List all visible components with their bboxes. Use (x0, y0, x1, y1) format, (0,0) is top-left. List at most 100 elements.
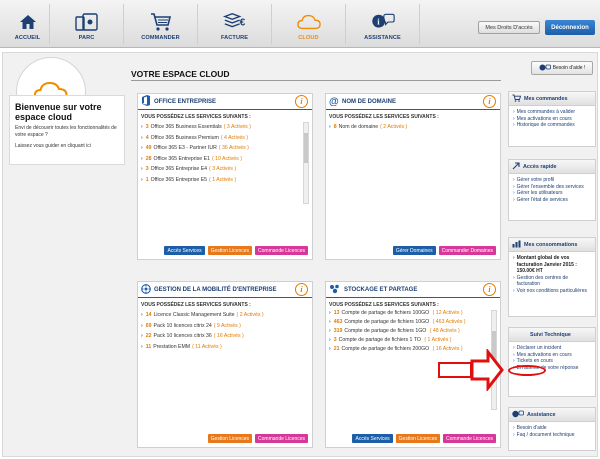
order-licenses-button[interactable]: Commande Licences (255, 434, 308, 443)
nav-commander[interactable]: COMMANDER (124, 4, 198, 44)
info-icon[interactable]: i (483, 95, 496, 108)
nav-parc[interactable]: PARC (50, 4, 124, 44)
panel-subtitle: VOUS POSSÉDEZ LES SERVICES SUIVANTS : (329, 302, 439, 308)
order-licenses-button[interactable]: Commande Licences (255, 246, 308, 255)
office-icon (141, 95, 151, 108)
info-icon[interactable]: i (295, 95, 308, 108)
sidebar-acces-rapide: Accès rapide › Gérer votre profil › Gérer … (508, 159, 596, 221)
service-item[interactable]: › 1 Office 365 Entreprise E5( 1 Activés ) (141, 175, 312, 186)
invoice-icon: € (222, 11, 247, 33)
sidebar-links: › Mes commandes à valider › Mes activation… (509, 106, 595, 131)
info-icon[interactable]: i (483, 283, 496, 296)
welcome-guide-link[interactable]: Laissez vous guider en cliquant ici (15, 143, 119, 150)
service-list: › 8 Nom de domaine( 2 Activés ) (329, 122, 500, 133)
help-button[interactable]: Besoin d'aide ! (531, 61, 593, 75)
billing-summary: › Montant global de vos facturation Janvi… (513, 255, 577, 274)
info-icon[interactable]: i (295, 283, 308, 296)
service-item[interactable]: › 21 Compte de partage de fichiers 200GO (… (329, 346, 483, 353)
service-item[interactable]: › 463 Compte de partage de fichiers 10GO (… (329, 319, 483, 326)
sidebar-link[interactable]: › Historique de commandes (513, 122, 592, 129)
nav-facture[interactable]: € FACTURE (198, 4, 272, 44)
order-licenses-button[interactable]: Commande Licences (443, 434, 496, 443)
nav-label: FACTURE (220, 35, 249, 41)
sidebar-title: Mes commandes (524, 95, 568, 102)
manage-domains-button[interactable]: Gérer Domaines (392, 246, 436, 255)
service-item[interactable]: › 8 Nom de domaine( 2 Activés ) (329, 122, 500, 133)
panel-title: GESTION DE LA MOBILITÉ D'ENTREPRISE (154, 286, 277, 293)
panel-title: STOCKAGE ET PARTAGE (344, 286, 418, 293)
panel-subtitle: VOUS POSSÉDEZ LES SERVICES SUIVANTS : (329, 114, 439, 120)
sidebar-consommations: Mes consommations › Montant global de vos… (508, 237, 596, 317)
top-navigation-bar: ACCUEIL PARC COMMANDER € FACTURE CLOUD i… (0, 0, 600, 48)
sidebar-links: › Besoin d'aide › Faq / document technique (509, 422, 595, 440)
welcome-box[interactable]: Bienvenue sur votre espace cloud Envi de… (9, 95, 125, 165)
sidebar-title: Suivi Technique (530, 331, 571, 338)
annotation-arrow-icon (470, 349, 504, 391)
arrow-icon (512, 161, 520, 172)
access-services-button[interactable]: Accès Services (352, 434, 393, 443)
chart-icon (512, 240, 521, 250)
logout-button[interactable]: Déconnexion (545, 20, 595, 35)
panel-header: STOCKAGE ET PARTAGE i (326, 282, 500, 298)
nav-label: CLOUD (298, 35, 319, 41)
panel-header: GESTION DE LA MOBILITÉ D'ENTREPRISE i (138, 282, 312, 298)
nav-accueil[interactable]: ACCUEIL (6, 4, 50, 44)
at-icon: @ (329, 96, 339, 108)
sidebar-links: › Gérer votre profil › Gérer l'ensemble de… (509, 174, 595, 205)
panel-title: OFFICE ENTREPRISE (154, 98, 217, 105)
panel-title: NOM DE DOMAINE (342, 98, 396, 105)
nav-cloud[interactable]: CLOUD (272, 4, 346, 44)
title-divider (131, 80, 501, 81)
nav-label: PARC (78, 35, 95, 41)
sidebar-link[interactable]: › Voir nos conditions particulières (513, 288, 592, 295)
mobility-panel: GESTION DE LA MOBILITÉ D'ENTREPRISE i VO… (137, 281, 313, 448)
service-item[interactable]: › 22 Pack 10 licences citrix 36( 16 Activé… (141, 331, 312, 342)
manage-licenses-button[interactable]: Gestion Licences (207, 434, 253, 443)
mobility-icon (141, 283, 151, 296)
service-item[interactable]: › 13 Compte de partage de fichiers 100GO (… (329, 310, 483, 317)
nav-label: ACCUEIL (14, 35, 41, 41)
service-list: › 13 Compte de partage de fichiers 100GO (… (329, 310, 483, 353)
office-panel: OFFICE ENTREPRISE i VOUS POSSÉDEZ LES SE… (137, 93, 313, 260)
welcome-title: Bienvenue sur votre espace cloud (15, 102, 102, 122)
service-item[interactable]: › 4 Office 365 Business Premium( 4 Activés… (141, 133, 312, 144)
highlight-oval (508, 365, 546, 376)
panel-actions: Gérer Domaines Commander Domaines (392, 246, 496, 255)
svg-text:@: @ (329, 96, 339, 106)
service-item[interactable]: › 69 Pack 10 licences citrix 24( 9 Activés… (141, 321, 312, 332)
assistance-icon: i (371, 11, 395, 33)
manage-licenses-button[interactable]: Gestion Licences (395, 434, 441, 443)
nav-label: COMMANDER (141, 35, 180, 41)
access-rights-button[interactable]: Mes Droits D'accès (478, 21, 540, 34)
manage-licenses-button[interactable]: Gestion Licences (207, 246, 253, 255)
service-item[interactable]: › 3 Office 365 Entreprise E4( 3 Activés ) (141, 164, 312, 175)
order-domains-button[interactable]: Commander Domaines (438, 246, 496, 255)
cloud-icon (296, 11, 321, 33)
panel-header: @ NOM DE DOMAINE i (326, 94, 500, 110)
sidebar-link[interactable]: › Gérer l'état de services (513, 197, 592, 204)
scrollbar[interactable] (303, 122, 309, 204)
sidebar-header: Mes commandes (509, 92, 595, 106)
main-nav: ACCUEIL PARC COMMANDER € FACTURE CLOUD i… (6, 4, 420, 44)
service-item[interactable]: › 3 Office 365 Business Essentials( 3 Acti… (141, 122, 312, 133)
service-item[interactable]: › 28 Office 365 Entreprise E1( 10 Activés … (141, 154, 312, 165)
panel-actions: Accès Services Gestion Licences Commande… (164, 246, 308, 255)
access-services-button[interactable]: Accès Services (164, 246, 205, 255)
service-item[interactable]: › 3 Compte de partage de fichiers 1 TO ( 1… (329, 337, 483, 344)
service-item[interactable]: › 14 Licence Classic Management Suite( 2 A… (141, 310, 312, 321)
welcome-text: Envi de découvrir toutes les fonctionnal… (15, 125, 117, 138)
nav-assistance[interactable]: i ASSISTANCE (346, 4, 420, 44)
service-item[interactable]: › 49 Office 365 E3 - Partner IUR( 36 Activ… (141, 143, 312, 154)
sidebar-title: Accès rapide (523, 163, 557, 170)
sidebar-header: Accès rapide (509, 160, 595, 174)
service-item[interactable]: › 11 Prestation EMM( 11 Activés ) (141, 342, 312, 353)
sidebar-links: › Montant global de vos facturation Janvi… (509, 252, 595, 296)
panel-subtitle: VOUS POSSÉDEZ LES SERVICES SUIVANTS : (141, 114, 251, 120)
sidebar-link[interactable]: › Gestion des centres de facturation (513, 275, 592, 288)
sidebar-link[interactable]: › Faq / document technique (513, 432, 592, 439)
assistance-icon (512, 410, 524, 420)
panel-subtitle: VOUS POSSÉDEZ LES SERVICES SUIVANTS : (141, 302, 251, 308)
main-content: Bienvenue sur votre espace cloud Envi de… (2, 52, 598, 457)
service-item[interactable]: › 319 Compte de partage de fichiers 1GO ( … (329, 328, 483, 335)
scroll-thumb[interactable] (304, 133, 308, 163)
